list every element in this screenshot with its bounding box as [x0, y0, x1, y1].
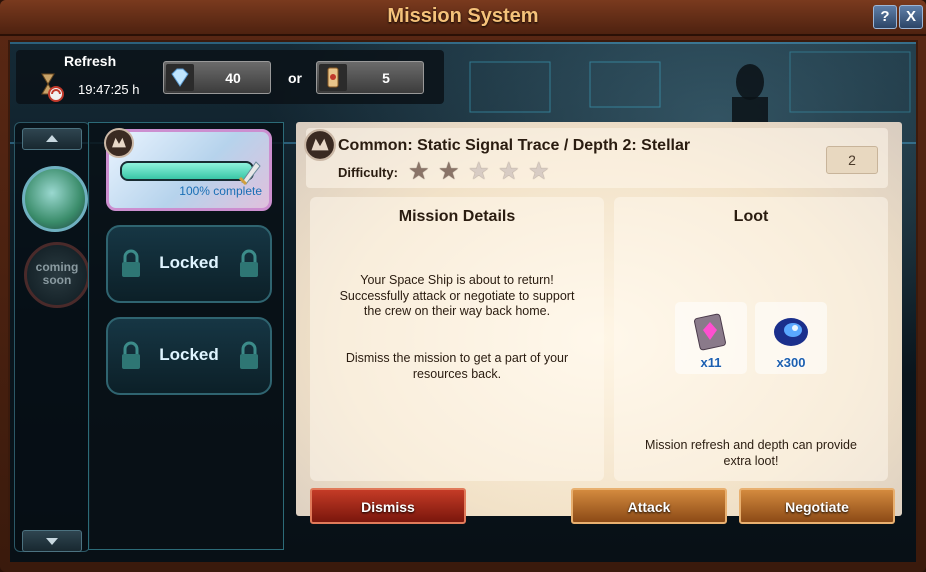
lock-icon — [240, 341, 258, 369]
mission-slot-locked-2[interactable]: Locked — [106, 317, 272, 395]
common-rank-icon — [104, 128, 134, 158]
mission-progress-text: 100% complete — [179, 184, 262, 198]
loot-footer-text: Mission refresh and depth can provide ex… — [645, 438, 857, 468]
star-filled-icon: ★ — [438, 158, 460, 185]
mission-details-heading: Mission Details — [398, 208, 516, 225]
category-space-button[interactable] — [22, 166, 88, 232]
scroll-cost: 5 — [382, 70, 390, 86]
common-rank-icon — [304, 129, 336, 161]
hourglass-refresh-icon — [41, 73, 64, 102]
scroll-refresh-button[interactable]: 5 — [316, 61, 424, 94]
pink-crystal-card-icon — [694, 313, 726, 351]
mission-details-panel — [310, 197, 604, 481]
diamond-refresh-button[interactable]: 40 — [163, 61, 271, 94]
close-button[interactable]: X — [899, 5, 923, 29]
help-button[interactable]: ? — [873, 5, 897, 29]
coming-soon-label: coming soon — [35, 260, 79, 287]
coming-soon-slot: coming soon — [24, 242, 90, 308]
mission-window: Mission System ? X Refresh 19:47:25 h 40… — [0, 0, 926, 572]
rocket-icon — [238, 161, 261, 186]
diamond-cost: 40 — [225, 70, 241, 86]
star-empty-icon: ★ — [528, 158, 550, 185]
scroll-down-button[interactable] — [22, 530, 82, 552]
mission-slot-locked-1[interactable]: Locked — [106, 225, 272, 303]
lock-icon — [240, 249, 258, 277]
mission-progress-bar — [120, 161, 254, 181]
diamond-icon — [166, 64, 194, 91]
loot-quantity: x11 — [700, 355, 722, 370]
blue-nebula-icon — [774, 318, 808, 346]
mission-progress-fill — [122, 163, 252, 179]
refresh-label: Refresh — [64, 53, 117, 69]
mission-title: Common: Static Signal Trace / Depth 2: S… — [338, 137, 691, 154]
difficulty-label: Difficulty: — [338, 165, 398, 180]
scroll-up-button[interactable] — [22, 128, 82, 150]
titlebar: Mission System ? X — [0, 0, 926, 36]
star-empty-icon: ★ — [498, 158, 520, 185]
star-filled-icon: ★ — [408, 158, 430, 185]
refresh-timer: 19:47:25 h — [78, 82, 140, 97]
loot-heading: Loot — [733, 208, 769, 225]
mission-description: Your Space Ship is about to return! Succ… — [339, 273, 575, 318]
loot-quantity: x300 — [776, 355, 806, 370]
dismiss-button[interactable]: Dismiss — [310, 488, 466, 524]
loot-item[interactable]: x11 — [675, 302, 747, 374]
negotiate-button[interactable]: Negotiate — [739, 488, 895, 524]
attack-button[interactable]: Attack — [571, 488, 727, 524]
scroll-icon — [319, 64, 347, 91]
dismiss-info: Dismiss the mission to get a part of you… — [345, 351, 569, 381]
chevron-down-icon — [46, 538, 58, 545]
window-title: Mission System — [387, 5, 539, 27]
star-empty-icon: ★ — [468, 158, 490, 185]
chevron-up-icon — [46, 135, 58, 142]
loot-item[interactable]: x300 — [755, 302, 827, 374]
or-label: or — [288, 70, 302, 86]
mission-counter: 2 — [826, 146, 878, 174]
